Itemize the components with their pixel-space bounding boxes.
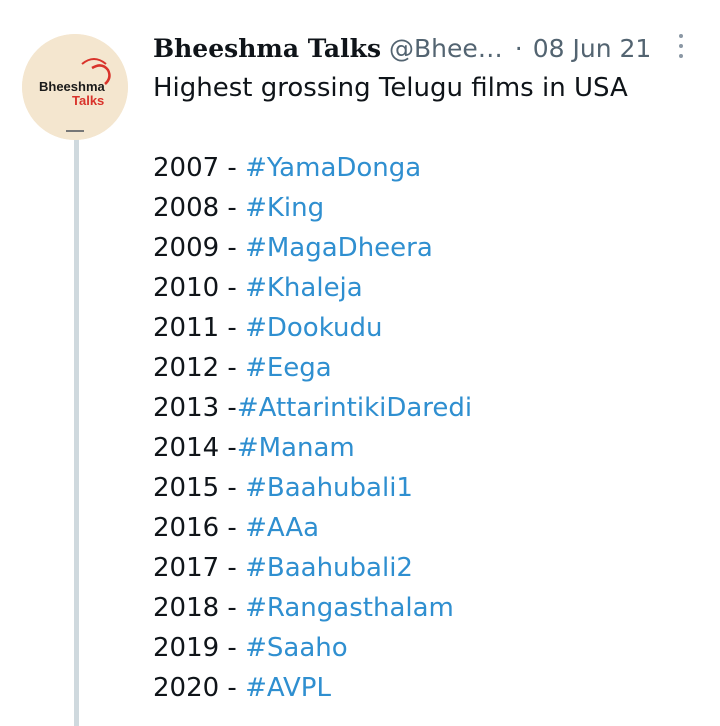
hashtag-link[interactable]: #AAa	[245, 513, 319, 543]
hashtag-link[interactable]: #Baahubali2	[245, 553, 413, 583]
entry-year: 2013 -	[153, 393, 237, 423]
hashtag-link[interactable]: #Dookudu	[245, 313, 382, 343]
author-handle[interactable]: @Bhee…	[389, 34, 503, 63]
tweet-body: Highest grossing Telugu films in USA 200…	[153, 68, 693, 708]
hashtag-link[interactable]: #MagaDheera	[245, 233, 433, 263]
hashtag-link[interactable]: #Eega	[245, 353, 332, 383]
hashtag-link[interactable]: #YamaDonga	[245, 153, 421, 183]
entry-year: 2020 -	[153, 673, 246, 703]
thread-line	[74, 134, 79, 726]
entry-year: 2014 -	[153, 433, 237, 463]
list-item: 2013 -#AttarintikiDaredi	[153, 388, 693, 428]
entry-year: 2008 -	[153, 193, 246, 223]
hashtag-link[interactable]: #Baahubali1	[245, 473, 413, 503]
entry-year: 2016 -	[153, 513, 246, 543]
list-item: 2011 - #Dookudu	[153, 308, 693, 348]
tweet-date[interactable]: 08 Jun 21	[533, 34, 652, 63]
list-item: 2017 - #Baahubali2	[153, 548, 693, 588]
entry-year: 2007 -	[153, 153, 246, 183]
entry-year: 2011 -	[153, 313, 246, 343]
entry-year: 2009 -	[153, 233, 246, 263]
list-item: 2019 - #Saaho	[153, 628, 693, 668]
tweet-card[interactable]: Bheeshma Talks Bheeshma Talks @Bhee… · 0…	[0, 0, 720, 726]
entry-year: 2015 -	[153, 473, 246, 503]
hashtag-link[interactable]: #Manam	[237, 433, 355, 463]
entry-year: 2017 -	[153, 553, 246, 583]
entry-year: 2018 -	[153, 593, 246, 623]
list-item: 2007 - #YamaDonga	[153, 148, 693, 188]
avatar[interactable]: Bheeshma Talks	[22, 34, 128, 140]
list-item: 2014 -#Manam	[153, 428, 693, 468]
separator-dot: ·	[514, 33, 523, 63]
list-item: 2009 - #MagaDheera	[153, 228, 693, 268]
entries-list: 2007 - #YamaDonga 2008 - #King 2009 - #Mag…	[153, 148, 693, 708]
hashtag-link[interactable]: #AVPL	[245, 673, 331, 703]
hashtag-link[interactable]: #Rangasthalam	[245, 593, 454, 623]
list-item: 2020 - #AVPL	[153, 668, 693, 708]
tweet-header: Bheeshma Talks @Bhee… · 08 Jun 21	[153, 28, 693, 68]
hashtag-link[interactable]: #Saaho	[245, 633, 348, 663]
more-vertical-icon[interactable]	[675, 34, 687, 64]
avatar-logo: Bheeshma Talks	[22, 34, 128, 140]
list-item: 2016 - #AAa	[153, 508, 693, 548]
list-item: 2010 - #Khaleja	[153, 268, 693, 308]
hashtag-link[interactable]: #King	[245, 193, 324, 223]
author-name[interactable]: Bheeshma Talks	[153, 34, 381, 63]
tweet-heading: Highest grossing Telugu films in USA	[153, 73, 628, 103]
avatar-text-line2: Talks	[72, 93, 104, 108]
list-item: 2012 - #Eega	[153, 348, 693, 388]
entry-year: 2019 -	[153, 633, 246, 663]
hashtag-link[interactable]: #AttarintikiDaredi	[237, 393, 472, 423]
list-item: 2018 - #Rangasthalam	[153, 588, 693, 628]
hashtag-link[interactable]: #Khaleja	[245, 273, 363, 303]
entry-year: 2010 -	[153, 273, 246, 303]
list-item: 2015 - #Baahubali1	[153, 468, 693, 508]
entry-year: 2012 -	[153, 353, 246, 383]
avatar-text-line1: Bheeshma	[39, 79, 106, 94]
list-item: 2008 - #King	[153, 188, 693, 228]
